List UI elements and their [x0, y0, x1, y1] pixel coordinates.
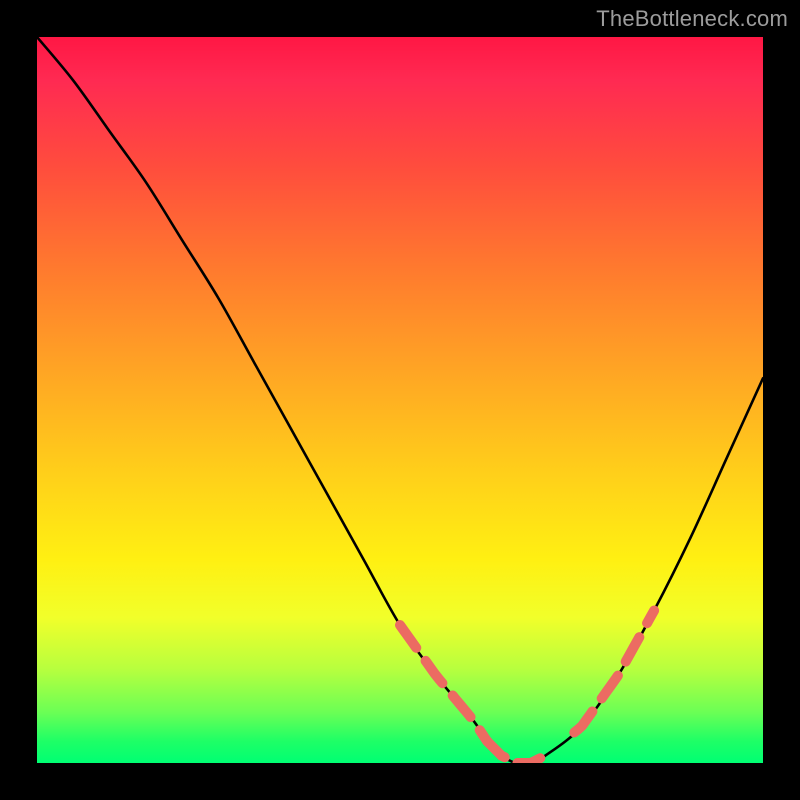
highlight-right-ascent — [574, 611, 654, 733]
highlight-valley — [487, 741, 545, 763]
chart-canvas: TheBottleneck.com — [0, 0, 800, 800]
highlight-left-descent — [400, 625, 487, 741]
bottleneck-curve — [37, 37, 763, 763]
watermark-text: TheBottleneck.com — [596, 6, 788, 32]
plot-area — [37, 37, 763, 763]
plot-svg — [37, 37, 763, 763]
